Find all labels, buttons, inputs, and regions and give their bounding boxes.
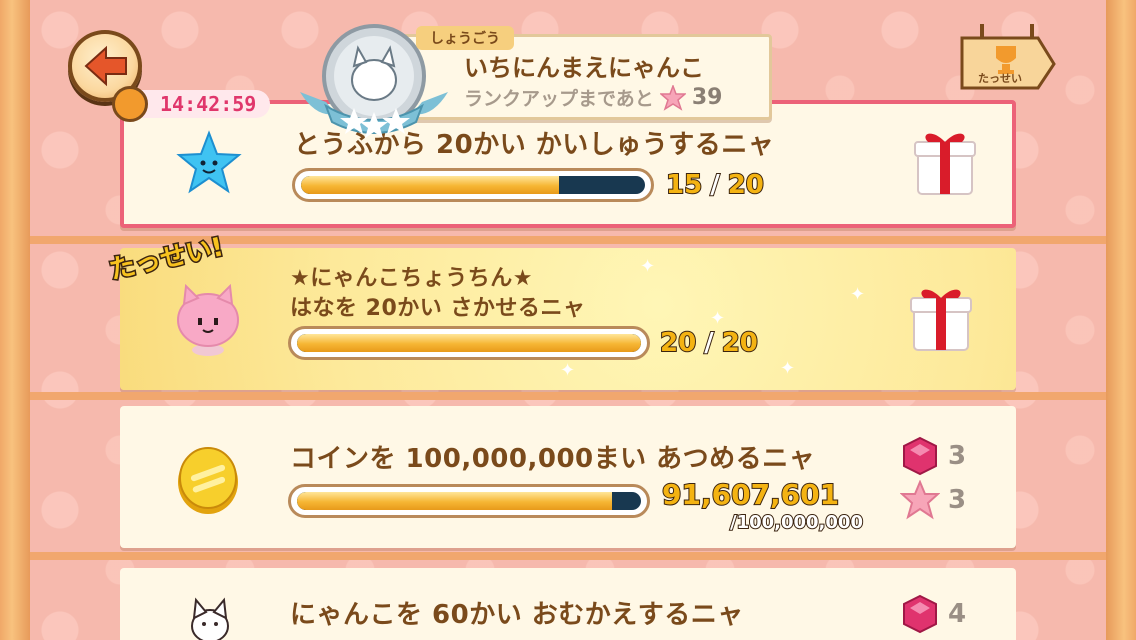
progress-count: 20/20 — [659, 327, 759, 359]
rank-title: いちにんまえにゃんこ — [464, 54, 704, 82]
white-cat-icon — [191, 597, 229, 640]
sparkle-icon: ✦ — [780, 358, 796, 379]
rank-up-progress: ランクアップまであと 39 — [464, 84, 722, 111]
pink-gem-icon — [903, 594, 937, 634]
mission-card-3[interactable]: コインを 100,000,000まい あつめるニャ 91,607,601 /10… — [120, 406, 1016, 548]
gift-icon[interactable] — [912, 126, 978, 198]
pink-star-icon — [900, 480, 940, 520]
progress-total: 20 — [727, 169, 765, 201]
progress-fill — [297, 334, 641, 352]
pink-gem-icon — [903, 436, 937, 476]
progress-current: 91,607,601 — [661, 477, 840, 512]
pink-cat-lantern-icon — [177, 283, 239, 356]
gold-coin-icon — [178, 447, 238, 514]
progress-count: 15/20 — [665, 169, 765, 201]
reward-count: 3 — [948, 441, 967, 471]
mission-title: コインを 100,000,000まい あつめるニャ — [290, 444, 816, 474]
reward-gem: 4 — [900, 594, 966, 634]
mission-title-line2: はなを 20かい さかせるニャ — [290, 296, 586, 321]
stars-needed: 39 — [691, 85, 723, 110]
reward-gem: 3 — [900, 436, 966, 476]
progress-fill — [297, 492, 613, 510]
reward-count: 4 — [948, 599, 967, 629]
progress-bar — [292, 168, 654, 202]
blue-star-icon — [176, 130, 242, 194]
right-wood-rail — [1106, 0, 1136, 640]
mission-title-line1: ★にゃんこちょうちん★ — [290, 266, 533, 291]
row-divider — [30, 392, 1106, 400]
rank-up-label: ランクアップまであと — [464, 88, 654, 110]
sparkle-icon: ✦ — [710, 308, 726, 329]
progress-bar — [288, 326, 650, 360]
pink-star-icon — [659, 84, 686, 111]
rank-tag: しょうごう — [416, 26, 514, 50]
reward-count: 3 — [948, 485, 967, 515]
progress-separator: / — [703, 327, 714, 359]
mission-title: ★にゃんこちょうちん★ はなを 20かい さかせるニャ — [290, 264, 585, 324]
sparkle-icon: ✦ — [560, 360, 576, 381]
mission-card-4[interactable]: にゃんこを 60かい おむかえするニャ 4 — [120, 568, 1016, 640]
mission-card-2[interactable]: ✦ ✦ ✦ ✦ ✦ ★にゃんこちょうちん★ はなを 20かい さかせるニャ 20… — [120, 248, 1016, 390]
achievements-label: たっせい — [978, 72, 1022, 85]
progress-total: 20 — [721, 327, 759, 359]
gift-icon[interactable] — [908, 282, 974, 354]
row-divider — [30, 552, 1106, 560]
clock-icon — [112, 86, 148, 122]
progress-fill — [301, 176, 559, 194]
progress-separator: / — [709, 169, 720, 201]
reward-star: 3 — [900, 480, 966, 520]
sparkle-icon: ✦ — [640, 256, 656, 277]
sparkle-icon: ✦ — [850, 284, 866, 305]
progress-current: 20 — [659, 327, 697, 359]
progress-total: /100,000,000 — [729, 511, 864, 534]
left-wood-rail — [0, 0, 30, 640]
mission-title: にゃんこを 60かい おむかえするニャ — [290, 600, 744, 630]
progress-bar — [288, 484, 650, 518]
progress-current: 15 — [665, 169, 703, 201]
